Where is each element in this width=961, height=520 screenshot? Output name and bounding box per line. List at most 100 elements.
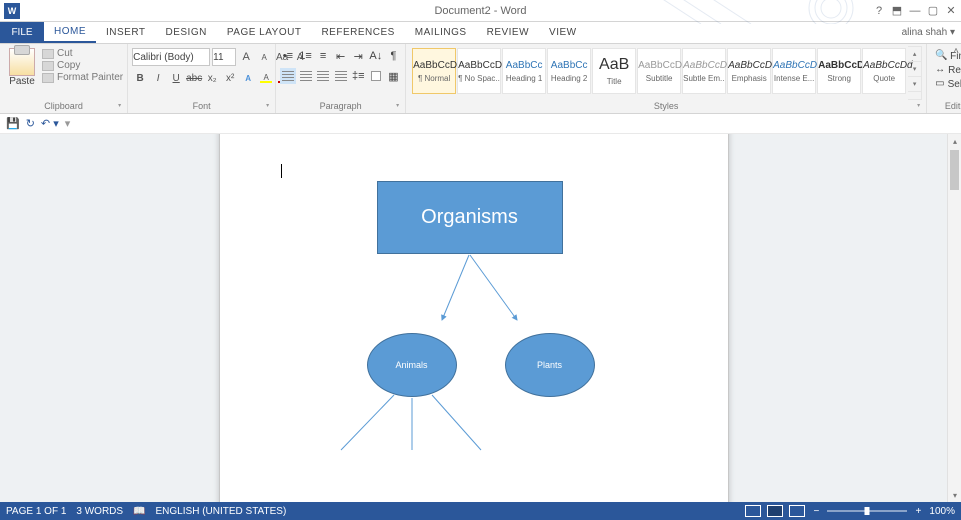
help-button[interactable]: ? bbox=[873, 5, 885, 17]
tab-insert[interactable]: INSERT bbox=[96, 22, 156, 43]
close-button[interactable]: ✕ bbox=[945, 5, 957, 17]
copy-button[interactable]: Copy bbox=[42, 60, 123, 71]
align-left-button[interactable] bbox=[280, 68, 296, 84]
sort-button[interactable]: A↓ bbox=[368, 48, 384, 64]
minimize-button[interactable]: — bbox=[909, 5, 921, 17]
shrink-font-button[interactable]: A bbox=[256, 49, 272, 65]
cut-icon bbox=[42, 49, 54, 59]
style-strong[interactable]: AaBbCcDdStrong bbox=[817, 48, 861, 94]
ribbon: ˄ Paste Cut Copy Format Painter Clipboar… bbox=[0, 44, 961, 114]
paste-button[interactable]: Paste bbox=[4, 46, 40, 100]
status-language[interactable]: ENGLISH (UNITED STATES) bbox=[156, 506, 287, 517]
find-icon: 🔍 bbox=[935, 50, 947, 62]
decrease-indent-button[interactable]: ⇤ bbox=[333, 48, 349, 64]
tab-mailings[interactable]: MAILINGS bbox=[405, 22, 477, 43]
group-label-clipboard: Clipboard bbox=[4, 100, 123, 113]
align-center-button[interactable] bbox=[298, 68, 314, 84]
group-label-styles: Styles bbox=[410, 100, 922, 113]
font-name-input[interactable] bbox=[132, 48, 210, 66]
style-quote[interactable]: AaBbCcDdQuote bbox=[862, 48, 906, 94]
qat-save-button[interactable]: 💾 bbox=[6, 117, 20, 130]
style-emphasis[interactable]: AaBbCcDdEmphasis bbox=[727, 48, 771, 94]
vertical-scrollbar[interactable]: ▴ ▾ bbox=[947, 134, 961, 502]
paste-label: Paste bbox=[4, 76, 40, 87]
tab-view[interactable]: VIEW bbox=[539, 22, 587, 43]
styles-gallery: AaBbCcDd¶ NormalAaBbCcDd¶ No Spac...AaBb… bbox=[410, 46, 908, 100]
text-effects-button[interactable]: A bbox=[240, 70, 256, 86]
tab-page-layout[interactable]: PAGE LAYOUT bbox=[217, 22, 312, 43]
style-heading-1[interactable]: AaBbCcHeading 1 bbox=[502, 48, 546, 94]
increase-indent-button[interactable]: ⇥ bbox=[350, 48, 366, 64]
ribbon-display-options-button[interactable]: ⬒ bbox=[891, 5, 903, 17]
tab-file[interactable]: FILE bbox=[0, 22, 44, 43]
group-label-font: Font bbox=[132, 100, 271, 113]
shape-plants-oval[interactable]: Plants bbox=[505, 333, 595, 397]
show-hide-button[interactable]: ¶ bbox=[386, 48, 402, 64]
replace-button[interactable]: ↔Replace bbox=[935, 64, 961, 76]
style-heading-2[interactable]: AaBbCcHeading 2 bbox=[547, 48, 591, 94]
grow-font-button[interactable]: A bbox=[238, 49, 254, 65]
style-subtle-em-[interactable]: AaBbCcDdSubtle Em... bbox=[682, 48, 726, 94]
group-label-editing: Editing bbox=[931, 100, 961, 113]
status-bar: PAGE 1 OF 1 3 WORDS 📖 ENGLISH (UNITED ST… bbox=[0, 502, 961, 520]
subscript-button[interactable]: x₂ bbox=[204, 70, 220, 86]
zoom-slider[interactable] bbox=[827, 510, 907, 512]
highlight-button[interactable]: A bbox=[258, 70, 274, 86]
zoom-out-button[interactable]: − bbox=[811, 506, 821, 517]
tab-references[interactable]: REFERENCES bbox=[311, 22, 404, 43]
align-right-button[interactable] bbox=[315, 68, 331, 84]
qat-undo-button[interactable]: ↶ ▾ bbox=[41, 117, 59, 130]
status-words[interactable]: 3 WORDS bbox=[76, 506, 123, 517]
bullets-button[interactable]: •≡ bbox=[280, 48, 296, 64]
shading-button[interactable] bbox=[368, 68, 384, 84]
shape-animals-oval[interactable]: Animals bbox=[367, 333, 457, 397]
style-subtitle[interactable]: AaBbCcDdSubtitle bbox=[637, 48, 681, 94]
collapse-ribbon-button[interactable]: ˄ bbox=[953, 46, 959, 57]
document-canvas[interactable]: Organisms Animals Plants bbox=[0, 134, 947, 502]
style-intense-e-[interactable]: AaBbCcDdIntense E... bbox=[772, 48, 816, 94]
cut-button[interactable]: Cut bbox=[42, 48, 123, 59]
read-mode-button[interactable] bbox=[745, 505, 761, 517]
replace-icon: ↔ bbox=[935, 64, 945, 76]
status-proofing-icon[interactable]: 📖 bbox=[133, 506, 145, 517]
tab-home[interactable]: HOME bbox=[44, 22, 96, 43]
zoom-in-button[interactable]: + bbox=[913, 506, 923, 517]
ribbon-tabs: FILE HOME INSERT DESIGN PAGE LAYOUT REFE… bbox=[0, 22, 961, 44]
select-icon: ▭ bbox=[935, 78, 944, 90]
superscript-button[interactable]: x² bbox=[222, 70, 238, 86]
qat-customize-button[interactable]: ▾ bbox=[65, 117, 71, 130]
italic-button[interactable]: I bbox=[150, 70, 166, 86]
justify-button[interactable] bbox=[333, 68, 349, 84]
select-button[interactable]: ▭Select ▾ bbox=[935, 78, 961, 90]
print-layout-button[interactable] bbox=[767, 505, 783, 517]
styles-more-button[interactable]: ▴▾▾ bbox=[908, 46, 922, 100]
zoom-level[interactable]: 100% bbox=[929, 506, 955, 517]
restore-down-button[interactable]: ▢ bbox=[927, 5, 939, 17]
account-name[interactable]: alina shah ▾ bbox=[902, 22, 955, 43]
scroll-up-button[interactable]: ▴ bbox=[948, 134, 961, 148]
page[interactable]: Organisms Animals Plants bbox=[219, 134, 729, 502]
underline-button[interactable]: U bbox=[168, 70, 184, 86]
borders-button[interactable]: ▦ bbox=[386, 68, 402, 84]
qat-repeat-button[interactable]: ↻ bbox=[26, 117, 35, 130]
style--no-spac-[interactable]: AaBbCcDd¶ No Spac... bbox=[457, 48, 501, 94]
status-page[interactable]: PAGE 1 OF 1 bbox=[6, 506, 66, 517]
tab-review[interactable]: REVIEW bbox=[477, 22, 539, 43]
format-painter-button[interactable]: Format Painter bbox=[42, 72, 123, 83]
scroll-down-button[interactable]: ▾ bbox=[948, 488, 961, 502]
scroll-thumb[interactable] bbox=[950, 150, 959, 190]
web-layout-button[interactable] bbox=[789, 505, 805, 517]
style--normal[interactable]: AaBbCcDd¶ Normal bbox=[412, 48, 456, 94]
multilevel-list-button[interactable]: ≡ bbox=[315, 48, 331, 64]
font-size-input[interactable] bbox=[212, 48, 236, 66]
line-spacing-button[interactable]: ‡≡ bbox=[350, 68, 366, 84]
bold-button[interactable]: B bbox=[132, 70, 148, 86]
tab-design[interactable]: DESIGN bbox=[156, 22, 217, 43]
group-font: A A Aa A B I U abc x₂ x² A A A Font bbox=[128, 44, 276, 113]
titlebar-decoration bbox=[651, 0, 871, 24]
strikethrough-button[interactable]: abc bbox=[186, 70, 202, 86]
copy-icon bbox=[42, 61, 54, 71]
style-title[interactable]: AaBTitle bbox=[592, 48, 636, 94]
group-paragraph: •≡ 1≡ ≡ ⇤ ⇥ A↓ ¶ ‡≡ ▦ Paragraph bbox=[276, 44, 406, 113]
connectors bbox=[220, 134, 730, 502]
